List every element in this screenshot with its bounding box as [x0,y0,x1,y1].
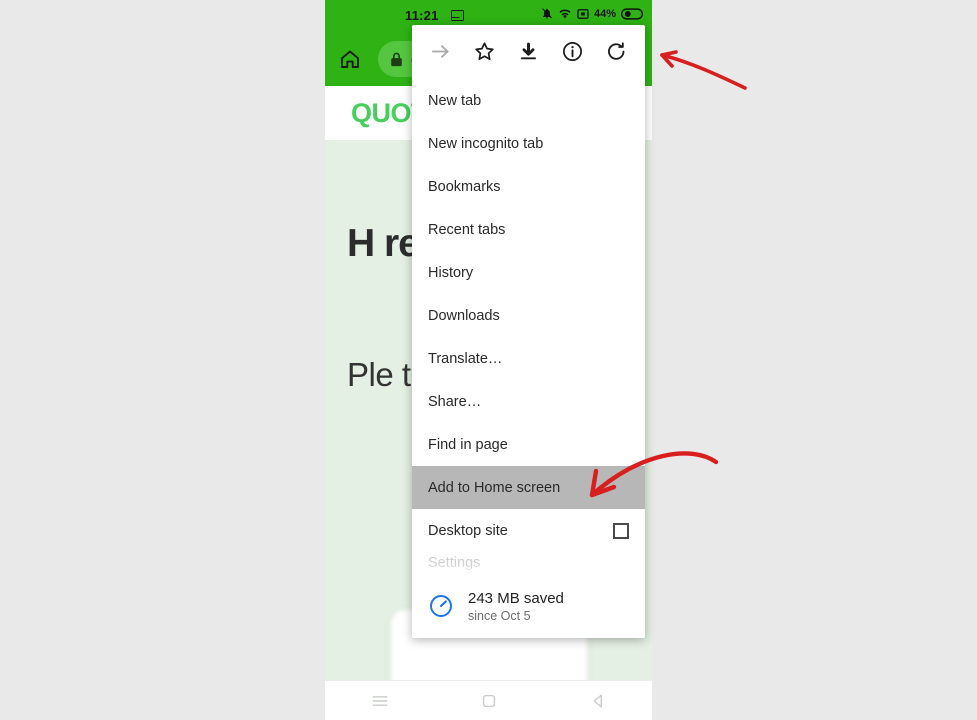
menu-item-label: Find in page [428,436,508,453]
page-info-icon[interactable] [558,36,588,66]
notifications-silenced-icon [541,7,553,20]
menu-item-label: Desktop site [428,522,508,539]
annotation-arrow-menu [660,50,747,90]
menu-item-new-tab[interactable]: New tab [412,79,645,122]
menu-item-downloads[interactable]: Downloads [412,294,645,337]
menu-item-label: Translate… [428,350,503,367]
status-icons: 44% [541,7,643,20]
menu-items: New tab New incognito tab Bookmarks Rece… [412,77,645,574]
forward-icon[interactable] [425,36,455,66]
menu-item-label: Downloads [428,307,500,324]
chrome-overflow-menu: New tab New incognito tab Bookmarks Rece… [412,25,645,638]
menu-item-add-to-home-screen[interactable]: Add to Home screen [412,466,645,509]
menu-item-label: Add to Home screen [428,479,561,496]
home-icon[interactable] [338,47,362,71]
menu-item-settings[interactable]: Settings [412,552,645,574]
menu-item-share[interactable]: Share… [412,380,645,423]
menu-item-label: Settings [428,555,481,571]
menu-item-label: Share… [428,393,482,410]
battery-percent: 44% [593,7,616,20]
menu-item-label: Recent tabs [428,221,506,238]
download-icon[interactable] [513,36,543,66]
screenshot-root: 11:21 44% QUOT H Ple the New tab New inc… [0,0,977,720]
speedometer-icon [428,593,454,619]
menu-item-label: New incognito tab [428,135,544,152]
menu-item-translate[interactable]: Translate… [412,337,645,380]
screenshot-icon [577,8,589,20]
menu-item-label: Bookmarks [428,178,501,195]
menu-item-desktop-site[interactable]: Desktop site [412,509,645,552]
menu-item-label: New tab [428,92,482,109]
back-button[interactable] [588,691,608,711]
battery-icon [621,7,643,20]
menu-item-recent-tabs[interactable]: Recent tabs [412,208,645,251]
menu-item-find-in-page[interactable]: Find in page [412,423,645,466]
android-nav-bar [325,680,652,720]
data-saver-card[interactable]: 243 MB saved since Oct 5 [412,574,645,638]
data-saver-title: 243 MB saved [468,589,564,607]
home-button[interactable] [479,691,499,711]
reload-icon[interactable] [602,36,632,66]
lock-icon [390,52,403,67]
menu-item-history[interactable]: History [412,251,645,294]
mail-icon [451,10,464,21]
menu-item-bookmarks[interactable]: Bookmarks [412,165,645,208]
wifi-icon [558,7,572,20]
bookmark-star-icon[interactable] [469,36,499,66]
menu-item-new-incognito-tab[interactable]: New incognito tab [412,122,645,165]
menu-toolbar-row [412,25,645,77]
status-time: 11:21 [405,8,439,23]
menu-item-label: History [428,264,474,281]
desktop-site-checkbox[interactable] [613,522,629,539]
data-saver-subtitle: since Oct 5 [468,608,531,623]
recents-button[interactable] [370,691,390,711]
